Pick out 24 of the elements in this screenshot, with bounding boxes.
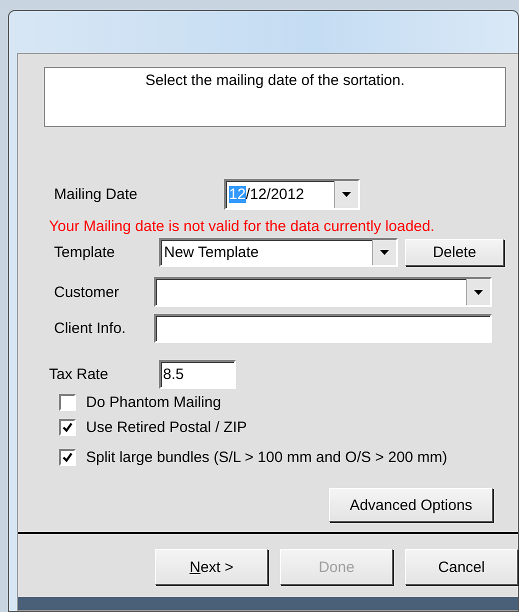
template-dropdown[interactable]: New Template: [159, 238, 398, 267]
customer-dropdown[interactable]: [154, 277, 492, 307]
advanced-options-button[interactable]: Advanced Options: [329, 488, 493, 522]
checkbox[interactable]: [59, 394, 76, 411]
checkbox-label: Do Phantom Mailing: [86, 394, 222, 411]
client-info-field[interactable]: [154, 314, 492, 343]
dropdown-arrow-icon[interactable]: [474, 290, 483, 294]
field-label: Tax Rate: [49, 366, 110, 383]
field-label: Template: [54, 244, 116, 261]
field-label: Client Info.: [54, 320, 127, 337]
checkbox[interactable]: [59, 419, 76, 436]
checkbox[interactable]: [59, 449, 76, 466]
checkbox-label: Use Retired Postal / ZIP: [86, 419, 247, 436]
field-label: Mailing Date: [54, 186, 138, 203]
error-message: Your Mailing date is not valid for the data currently loaded.: [49, 218, 436, 235]
instruction-text: Select the mailing date of the sortation.: [145, 72, 405, 91]
dropdown-arrow-icon[interactable]: [342, 192, 351, 197]
tax-rate-field[interactable]: 8.5: [159, 360, 236, 389]
checkbox-label: Split large bundles (S/L > 100 mm and O/S > 200 mm): [86, 449, 448, 466]
delete-button[interactable]: Delete: [405, 239, 504, 266]
dialog-button[interactable]: Next >: [155, 549, 268, 585]
field-label: Customer: [54, 284, 120, 300]
dialog-button[interactable]: Cancel: [405, 549, 518, 585]
dropdown-arrow-icon[interactable]: [380, 250, 389, 255]
